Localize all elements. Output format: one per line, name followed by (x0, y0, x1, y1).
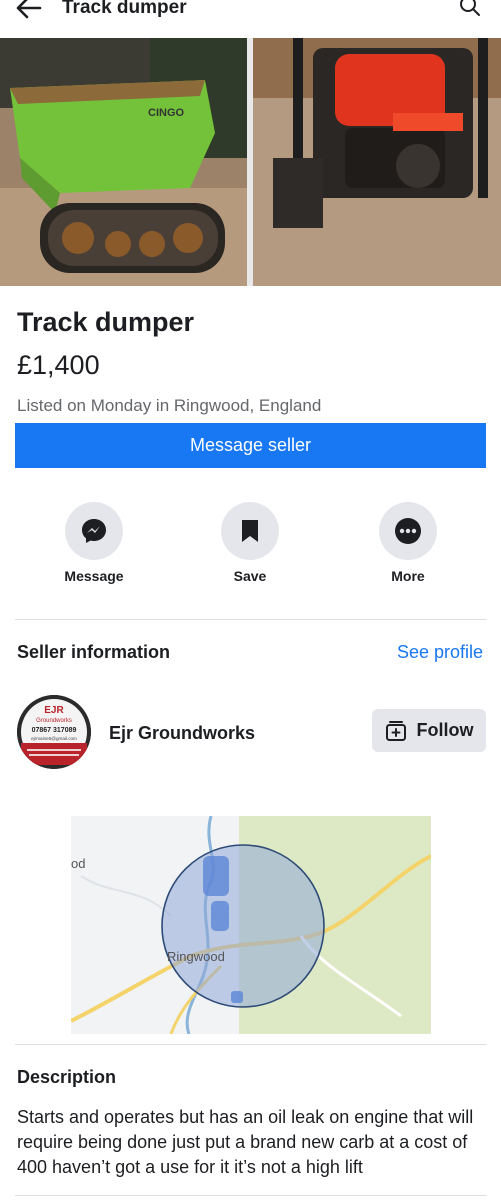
divider (15, 1044, 486, 1045)
save-action-circle[interactable] (221, 502, 279, 560)
top-bar: Track dumper (0, 0, 501, 36)
back-button[interactable] (14, 0, 44, 20)
messenger-icon (82, 519, 106, 543)
description-heading: Description (17, 1067, 117, 1087)
seller-info-heading: Seller information (17, 642, 171, 662)
search-button[interactable] (458, 0, 482, 18)
page-title: Track dumper (62, 0, 187, 18)
listing-meta: Listed on Monday in Ringwood, England (17, 396, 322, 415)
follow-icon (385, 720, 406, 741)
avatar-logo-line1: EJR (44, 705, 64, 716)
divider (15, 1195, 486, 1196)
message-action[interactable]: Message (44, 502, 144, 584)
more-dots-icon (395, 518, 421, 544)
more-action-circle[interactable] (379, 502, 437, 560)
map-edge-label: od (71, 856, 85, 871)
listing-photo-1[interactable]: CINGO (0, 38, 247, 286)
search-icon (460, 0, 480, 16)
more-action-label: More (391, 568, 425, 584)
seller-name[interactable]: Ejr Groundworks (109, 722, 255, 744)
bookmark-icon (242, 520, 258, 542)
save-action-label: Save (233, 568, 267, 584)
avatar-logo-phone: 07867 317089 (32, 727, 77, 734)
avatar-logo-line2: Groundworks (36, 718, 72, 724)
see-profile-link[interactable]: See profile (397, 641, 483, 663)
save-action[interactable]: Save (200, 502, 300, 584)
message-action-circle[interactable] (65, 502, 123, 560)
map-place-label: Ringwood (167, 949, 225, 964)
listing-price: £1,400 (17, 350, 100, 380)
avatar-logo-email: ejrmaine5@gmail.com (31, 736, 77, 741)
more-action[interactable]: More (358, 502, 458, 584)
listing-photo-2[interactable] (253, 38, 501, 286)
divider (15, 619, 486, 620)
brand-decal: CINGO (148, 107, 185, 119)
follow-label: Follow (416, 720, 474, 740)
description-text: Starts and operates but has an oil leak … (17, 1107, 474, 1177)
arrow-left-icon (16, 0, 42, 19)
message-action-label: Message (64, 568, 124, 584)
follow-button[interactable]: Follow (372, 709, 486, 752)
photo-carousel[interactable]: CINGO (0, 38, 501, 286)
location-map[interactable]: Ringwood od (71, 816, 431, 1034)
message-seller-button[interactable]: Message seller (15, 423, 486, 468)
seller-avatar[interactable]: EJR Groundworks 07867 317089 ejrmaine5@g… (17, 695, 91, 769)
listing-title: Track dumper (17, 307, 195, 337)
